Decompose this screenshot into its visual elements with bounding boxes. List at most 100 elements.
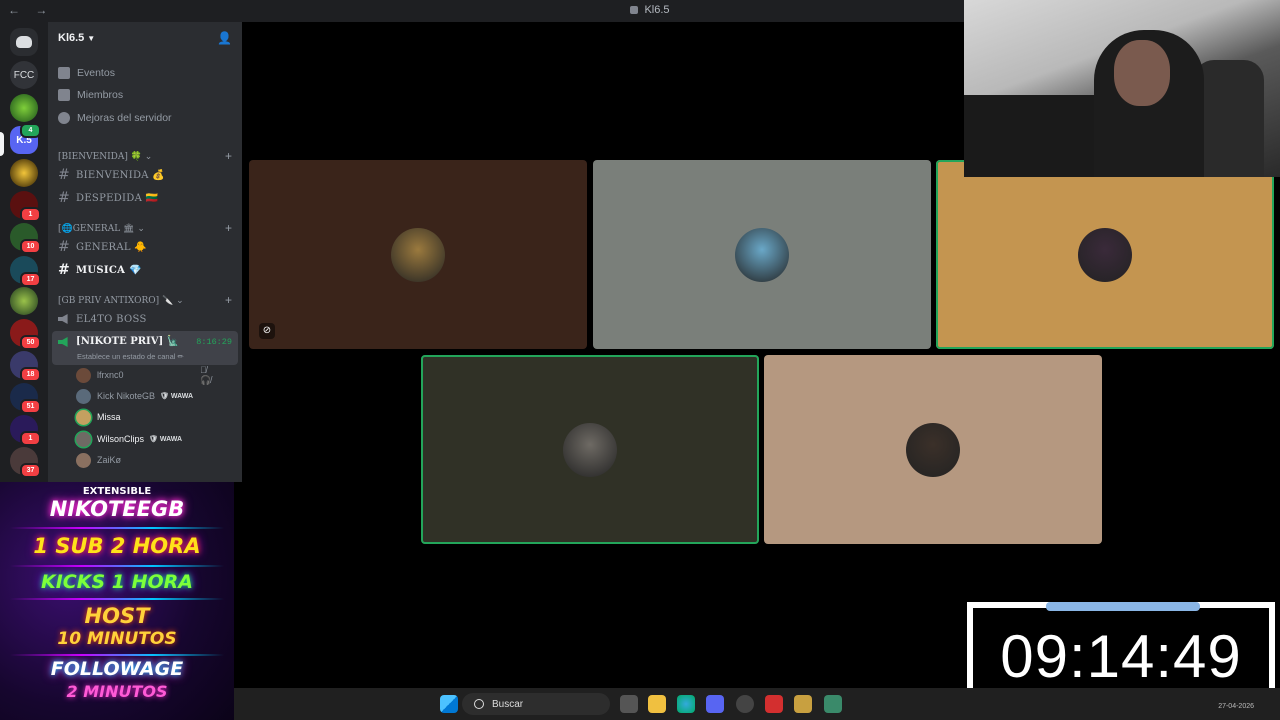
discord-app-icon[interactable] bbox=[706, 695, 724, 713]
voice-elapsed-time: 8:16:29 bbox=[196, 337, 232, 347]
members-label: Miembros bbox=[77, 89, 124, 101]
promo-line: EXTENSIBLE bbox=[82, 486, 152, 497]
promo-line: FOLLOWAGE bbox=[50, 658, 184, 680]
voice-member[interactable]: Kick NikoteGB 🛡 WAWA bbox=[76, 386, 193, 406]
participant-tile[interactable] bbox=[936, 160, 1274, 349]
calendar-icon bbox=[58, 67, 70, 79]
file-explorer-icon[interactable] bbox=[648, 695, 666, 713]
hash-icon: # bbox=[58, 239, 71, 255]
streamer-webcam bbox=[964, 0, 1280, 177]
server-navy[interactable]: 51 bbox=[10, 383, 41, 414]
server-red[interactable]: 1 bbox=[10, 191, 41, 222]
voice-channel-name: [NIKOTE PRIV] 🗽 bbox=[76, 336, 180, 347]
server-badge: 37 bbox=[20, 463, 41, 478]
channel-general[interactable]: # GENERAL 🐥 bbox=[58, 237, 147, 257]
server-fcc[interactable]: FCC bbox=[10, 61, 38, 89]
server-name: Kl6.5 bbox=[58, 32, 85, 44]
voice-channel-boss-label: EL4TO BOSS bbox=[76, 313, 147, 325]
server-crimson[interactable]: 50 bbox=[10, 319, 41, 350]
category-welcome[interactable]: [BIENVENIDA] 🍀 ⌄ bbox=[58, 152, 152, 162]
promo-line: 10 MINUTOS bbox=[57, 629, 177, 649]
search-icon bbox=[474, 699, 484, 709]
webcam-head bbox=[1114, 40, 1170, 106]
members-icon bbox=[58, 89, 70, 101]
taskbar-date: 27-04-2026 bbox=[1218, 703, 1254, 710]
server-badge: 4 bbox=[20, 123, 41, 138]
server-green[interactable]: 10 bbox=[10, 223, 41, 254]
participant-tile[interactable] bbox=[764, 355, 1102, 544]
sidebar-item-boosts[interactable]: Mejoras del servidor bbox=[58, 108, 172, 128]
category-general[interactable]: [🌐GENERAL 🏛 ⌄ bbox=[58, 224, 145, 234]
promo-line: HOST bbox=[84, 604, 150, 628]
voice-member-name: lfrxnc0 bbox=[97, 370, 124, 380]
app-icon-red[interactable] bbox=[765, 695, 783, 713]
discord-home-icon[interactable] bbox=[10, 28, 38, 56]
member-tag: 🛡 WAWA bbox=[160, 393, 194, 400]
voice-member[interactable]: ZaiKø bbox=[76, 450, 121, 470]
channel-musica[interactable]: # MUSICA 💎 bbox=[58, 260, 142, 280]
search-label: Buscar bbox=[492, 698, 524, 710]
task-view-icon[interactable] bbox=[620, 695, 638, 713]
speaker-icon bbox=[58, 337, 68, 347]
server-badge: 1 bbox=[20, 207, 41, 222]
decor-streak bbox=[10, 565, 224, 567]
voice-member[interactable]: Missa bbox=[76, 407, 121, 427]
add-channel-icon[interactable]: + bbox=[225, 293, 232, 307]
window-title-text: Kl6.5 bbox=[644, 4, 670, 16]
voice-member-name: Kick NikoteGB bbox=[97, 391, 156, 401]
promo-line: 1 SUB 2 HORA bbox=[33, 534, 201, 558]
decor-streak bbox=[10, 654, 224, 656]
server-k5[interactable]: K.5 4 bbox=[10, 123, 41, 154]
boosts-label: Mejoras del servidor bbox=[77, 112, 172, 124]
channel-status[interactable]: Establece un estado de canal ✏ bbox=[77, 352, 184, 361]
server-brown[interactable]: 37 bbox=[10, 447, 41, 478]
server-logo[interactable] bbox=[10, 287, 38, 315]
participant-avatar bbox=[391, 227, 445, 282]
add-channel-icon[interactable]: + bbox=[225, 149, 232, 163]
channel-general-label: GENERAL 🐥 bbox=[76, 241, 148, 253]
server-header[interactable]: Kl6.5 ▼ 👤 bbox=[48, 22, 242, 54]
server-violet[interactable]: 1 bbox=[10, 415, 41, 446]
boost-icon bbox=[58, 112, 70, 124]
nav-arrows[interactable]: ← → bbox=[8, 3, 53, 17]
voice-member[interactable]: lfrxnc0 🎙̸ 🎧̸ bbox=[76, 365, 211, 385]
app-icon-green[interactable] bbox=[824, 695, 842, 713]
taskbar-search[interactable]: Buscar bbox=[462, 693, 610, 715]
participant-tile[interactable] bbox=[593, 160, 931, 349]
participant-tile[interactable] bbox=[421, 355, 759, 544]
participant-tile[interactable]: ⊘ bbox=[249, 160, 587, 349]
deafened-icon: ⊘ bbox=[259, 323, 275, 339]
promo-line: KICKS 1 HORA bbox=[41, 571, 193, 593]
server-purple[interactable]: 18 bbox=[10, 351, 41, 382]
add-member-icon[interactable]: 👤 bbox=[217, 31, 232, 45]
add-channel-icon[interactable]: + bbox=[225, 221, 232, 235]
window-title: Kl6.5 bbox=[600, 4, 700, 16]
speaker-icon bbox=[58, 314, 68, 324]
hash-icon: # bbox=[58, 167, 71, 183]
voice-channel-boss[interactable]: EL4TO BOSS bbox=[58, 309, 147, 329]
webcam-chair bbox=[1194, 60, 1264, 177]
obs-icon[interactable] bbox=[736, 695, 754, 713]
channel-musica-label: MUSICA 💎 bbox=[76, 264, 142, 276]
channel-bienvenida[interactable]: # BIENVENIDA 💰 bbox=[58, 165, 165, 185]
sidebar-item-members[interactable]: Miembros bbox=[58, 85, 123, 105]
channel-despedida[interactable]: # DESPEDIDA 🇱🇹 bbox=[58, 188, 158, 208]
voice-channel-active[interactable]: [NIKOTE PRIV] 🗽 Establece un estado de c… bbox=[52, 331, 238, 365]
server-play[interactable] bbox=[10, 159, 38, 187]
start-icon[interactable] bbox=[440, 695, 458, 713]
decor-streak bbox=[10, 598, 224, 600]
category-gbpriv[interactable]: [GB PRIV ANTIXORO] 🔪 ⌄ bbox=[58, 296, 184, 306]
participant-avatar bbox=[735, 227, 789, 282]
promo-line: 2 MINUTOS bbox=[66, 682, 168, 701]
promo-line: NIKOTEEGB bbox=[49, 497, 185, 521]
events-label: Eventos bbox=[77, 67, 115, 79]
game-icon[interactable] bbox=[794, 695, 812, 713]
server-lucky[interactable] bbox=[10, 94, 38, 122]
voice-member[interactable]: WilsonClips 🛡 WAWA bbox=[76, 429, 182, 449]
sidebar-item-events[interactable]: Eventos bbox=[58, 63, 115, 83]
channel-sidebar: Kl6.5 ▼ 👤 Eventos Miembros Mejoras del se… bbox=[48, 22, 242, 482]
avatar bbox=[76, 409, 91, 425]
avatar bbox=[76, 431, 91, 447]
edge-icon[interactable] bbox=[677, 695, 695, 713]
server-teal[interactable]: 17 bbox=[10, 256, 41, 287]
